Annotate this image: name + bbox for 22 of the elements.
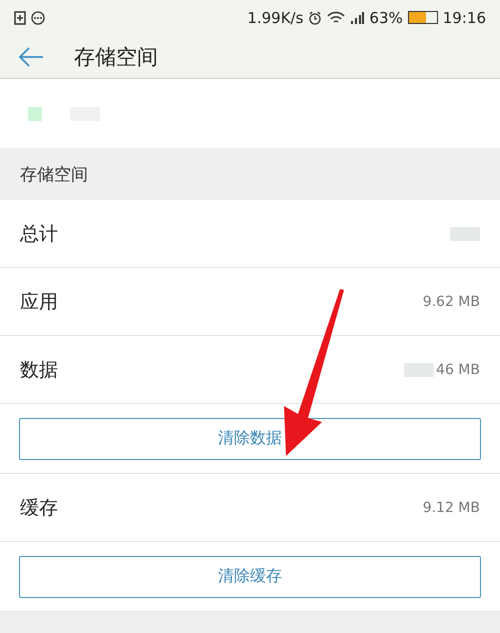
section-header: 存储空间 [20,164,88,186]
battery-saver-icon [14,10,26,24]
clear-button[interactable]: 清除缓存 [19,556,481,598]
row-label: 总计 [20,222,58,246]
row-value: 9.12 MB [422,500,480,516]
row-label: 缓存 [20,496,58,520]
wifi-icon [327,10,346,24]
row-value: 9.62 MB [422,294,480,310]
network-speed: 1.99K/s [247,8,304,26]
more-icon [31,10,45,24]
redacted-app-icon [28,106,42,120]
battery-icon [408,11,438,24]
page-title: 存储空间 [74,44,158,70]
row-label: 数据 [20,358,58,382]
battery-percent: 63% [369,8,403,26]
alarm-icon [308,10,322,24]
row-label: 应用 [20,290,58,314]
clock: 19:16 [442,8,486,26]
row-value: 46 MB [436,362,480,378]
clear-button[interactable]: 清除数据 [19,418,481,460]
back-icon[interactable] [18,46,44,68]
signal-icon [350,10,364,24]
